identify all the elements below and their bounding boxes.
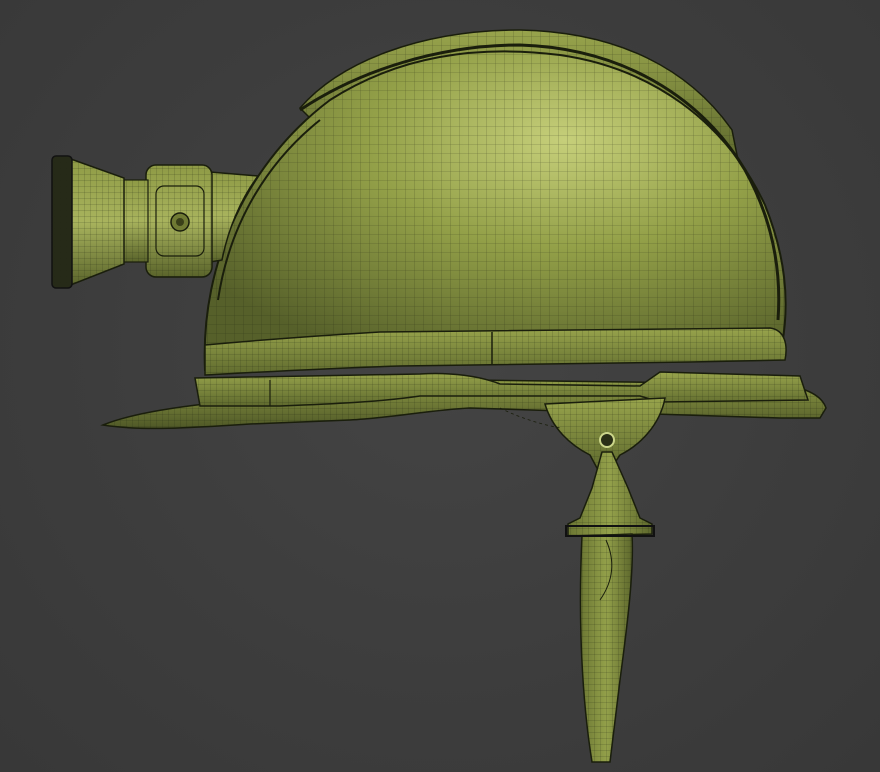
headlamp [51,155,213,289]
helmet-band [194,327,810,407]
3d-viewport[interactable] [0,0,880,772]
chin-strap [565,451,655,763]
helmet-render [51,29,827,763]
